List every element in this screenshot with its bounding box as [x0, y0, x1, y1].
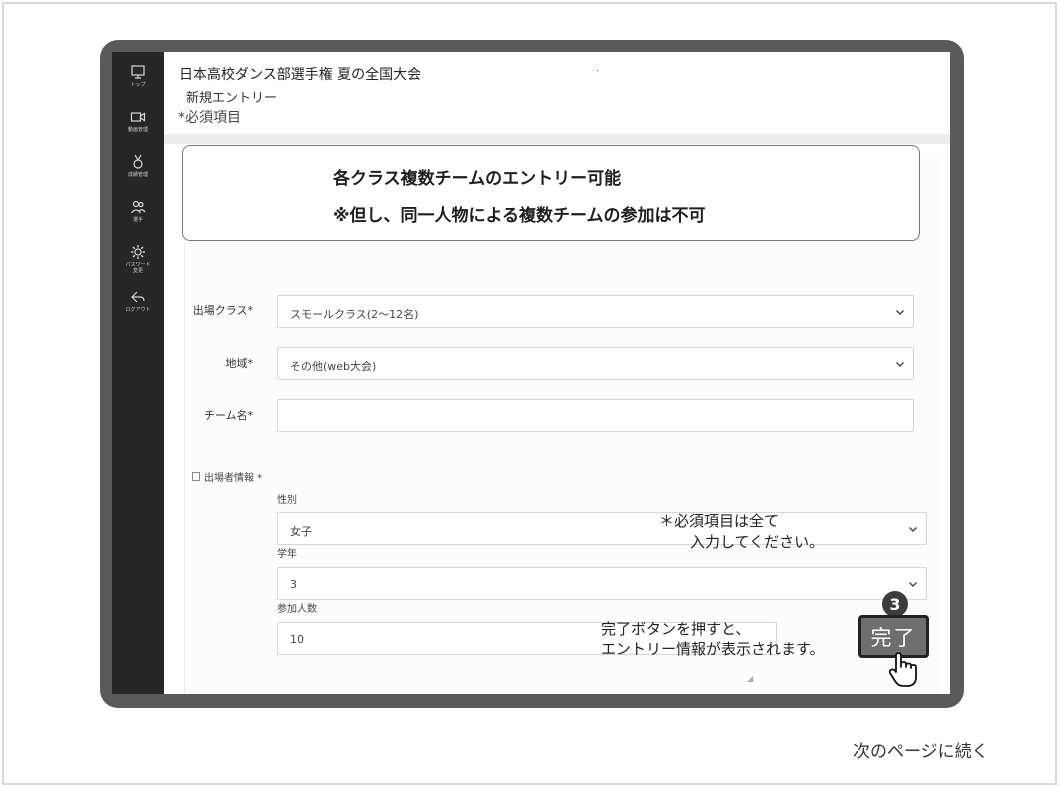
- class-label: 出場クラス*: [192, 304, 253, 317]
- header-divider: [164, 134, 950, 144]
- medal-icon: [130, 154, 146, 170]
- sidebar-item-players[interactable]: 選手: [112, 199, 164, 244]
- chevron-down-icon: [909, 527, 917, 532]
- main-content: 日本高校ダンス部選手権 夏の全国大会 · 新規エントリー *必須項目 各クラス複…: [164, 52, 950, 694]
- sidebar-item-label: 動画管理: [127, 127, 148, 133]
- gear-icon: [130, 244, 146, 260]
- resize-handle-icon: ◢: [747, 674, 754, 683]
- header-dot: ·: [596, 66, 600, 77]
- chevron-down-icon: [909, 582, 917, 587]
- chevron-down-icon: [896, 310, 904, 315]
- sidebar-item-results[interactable]: 成績管理: [112, 154, 164, 199]
- required-all-note-line-2: 入力してください。: [690, 533, 825, 551]
- sidebar-item-password[interactable]: パスワード 変更: [112, 244, 164, 289]
- logout-icon: [130, 289, 146, 305]
- gender-select-value: 女子: [290, 525, 312, 538]
- region-select[interactable]: その他(web大会): [277, 347, 914, 380]
- users-icon: [130, 199, 146, 215]
- required-all-note-line-1: ＊必須項目は全て: [659, 512, 780, 530]
- grade-select-value: 3: [290, 578, 297, 591]
- chevron-down-icon: [896, 362, 904, 367]
- class-select[interactable]: スモールクラス(2〜12名): [277, 295, 914, 328]
- sidebar-item-label: ログアウト: [125, 307, 151, 313]
- region-select-value: その他(web大会): [290, 360, 377, 373]
- sidebar-item-label: トップ: [130, 82, 146, 88]
- document-icon: [192, 472, 200, 481]
- team-name-label: チーム名*: [203, 409, 253, 422]
- monitor-icon: [130, 64, 146, 80]
- gender-select[interactable]: 女子: [277, 512, 927, 545]
- step-number-badge: 3: [882, 591, 908, 617]
- notice-line-2: ※但し、同一人物による複数チームの参加は不可: [333, 206, 706, 226]
- tablet-frame: トップ 動画管理 成績管理 選手 パスワード 変更 ログアウト 日本高校ダンス部…: [100, 40, 964, 708]
- class-select-value: スモールクラス(2〜12名): [290, 308, 419, 321]
- gender-label: 性別: [277, 495, 297, 506]
- entry-notice-box: 各クラス複数チームのエントリー可能 ※但し、同一人物による複数チームの参加は不可: [182, 145, 920, 241]
- sidebar-item-label: パスワード 変更: [125, 262, 151, 274]
- participant-info-label: 出場者情報 *: [204, 473, 263, 484]
- sidebar-item-label: 成績管理: [127, 172, 148, 178]
- page-subtitle: 新規エントリー: [186, 91, 278, 106]
- participant-count-value: 10: [290, 633, 304, 646]
- page-title: 日本高校ダンス部選手権 夏の全国大会: [179, 67, 422, 83]
- done-hint-line-1: 完了ボタンを押すと、: [601, 620, 751, 638]
- sidebar-item-top[interactable]: トップ: [112, 64, 164, 109]
- sidebar-item-logout[interactable]: ログアウト: [112, 289, 164, 334]
- participant-count-label: 参加人数: [277, 604, 317, 615]
- done-hint-line-2: エントリー情報が表示されます。: [601, 640, 825, 658]
- sidebar-item-video[interactable]: 動画管理: [112, 109, 164, 154]
- app-screen: トップ 動画管理 成績管理 選手 パスワード 変更 ログアウト 日本高校ダンス部…: [112, 52, 950, 694]
- hand-cursor-icon: [888, 652, 917, 687]
- participant-info-heading: 出場者情報 *: [192, 469, 262, 484]
- sidebar-item-label: 選手: [132, 217, 143, 223]
- grade-select[interactable]: 3: [277, 567, 927, 600]
- team-name-input[interactable]: [277, 399, 914, 432]
- region-label: 地域*: [225, 357, 254, 370]
- grade-label: 学年: [277, 549, 297, 560]
- continue-next-page: 次のページに続く: [853, 742, 989, 762]
- notice-line-1: 各クラス複数チームのエントリー可能: [333, 169, 622, 189]
- video-icon: [130, 109, 146, 125]
- required-note: *必須項目: [178, 110, 241, 126]
- sidebar: トップ 動画管理 成績管理 選手 パスワード 変更 ログアウト: [112, 52, 164, 694]
